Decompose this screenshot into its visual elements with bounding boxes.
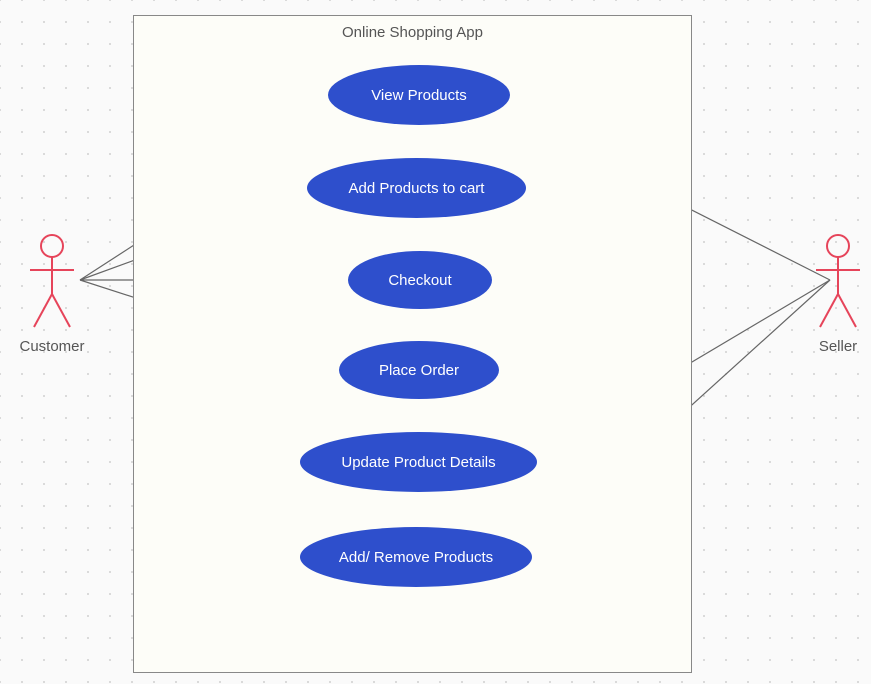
- actor-seller[interactable]: [808, 232, 868, 352]
- usecase-label: Update Product Details: [341, 454, 495, 471]
- usecase-label: Add Products to cart: [349, 180, 485, 197]
- actor-customer-label: Customer: [12, 338, 92, 355]
- usecase-view-products[interactable]: View Products: [328, 65, 510, 125]
- usecase-label: Checkout: [388, 272, 451, 289]
- usecase-label: Place Order: [379, 362, 459, 379]
- actor-seller-label: Seller: [798, 338, 871, 355]
- actor-customer[interactable]: [22, 232, 82, 352]
- usecase-add-to-cart[interactable]: Add Products to cart: [307, 158, 526, 218]
- usecase-place-order[interactable]: Place Order: [339, 341, 499, 399]
- usecase-label: View Products: [371, 87, 467, 104]
- system-title: Online Shopping App: [134, 24, 691, 41]
- usecase-label: Add/ Remove Products: [339, 549, 493, 566]
- stick-figure-icon: [22, 232, 82, 332]
- stick-figure-icon: [808, 232, 868, 332]
- usecase-checkout[interactable]: Checkout: [348, 251, 492, 309]
- usecase-update-details[interactable]: Update Product Details: [300, 432, 537, 492]
- usecase-add-remove[interactable]: Add/ Remove Products: [300, 527, 532, 587]
